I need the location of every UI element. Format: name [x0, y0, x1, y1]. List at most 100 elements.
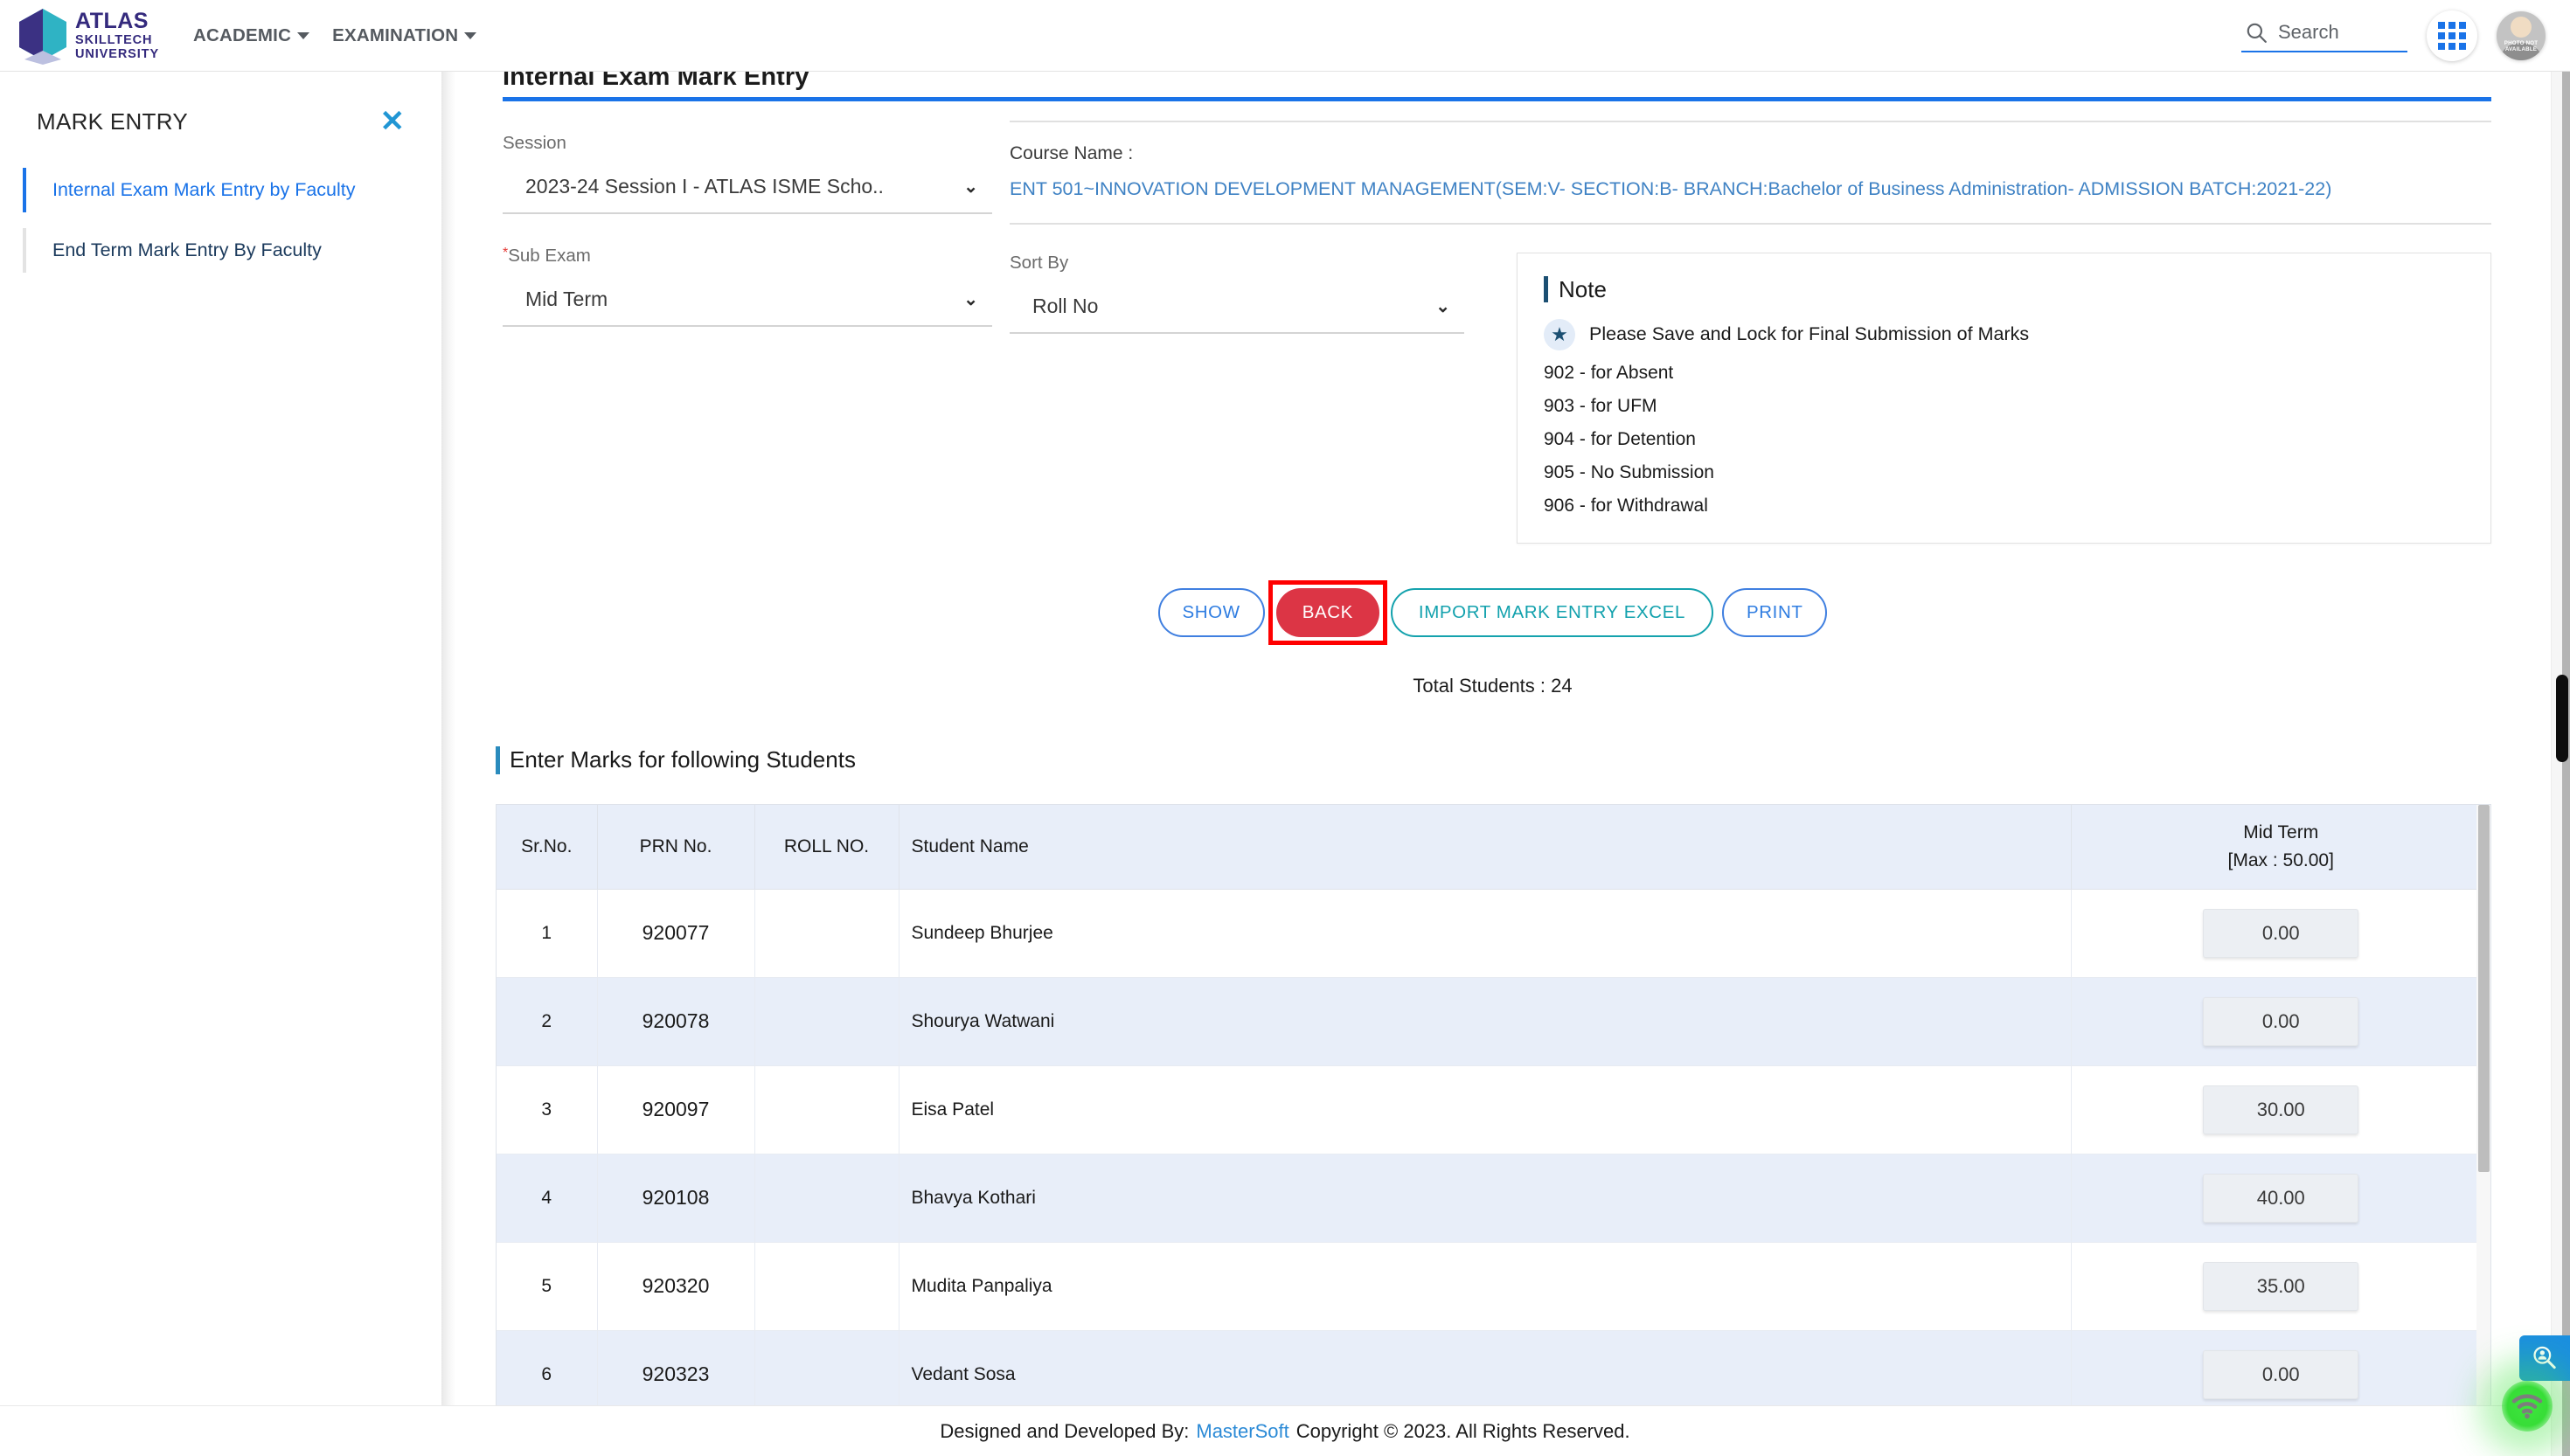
filter-form: Session 2023-24 Session I - ATLAS ISME S… — [441, 101, 2544, 544]
brand-logo[interactable]: ATLAS SKILLTECH UNIVERSITY — [16, 7, 169, 65]
cell-student-name: Sundeep Bhurjee — [899, 889, 2072, 978]
mark-input[interactable] — [2203, 1349, 2359, 1399]
footer-prefix-text: Designed and Developed By: — [940, 1419, 1190, 1442]
sub-exam-label-text: Sub Exam — [508, 246, 591, 266]
back-button[interactable]: BACK — [1275, 587, 1379, 637]
mastersoft-link[interactable]: MasterSoft — [1196, 1420, 1288, 1443]
note-highlight-row: ★ Please Save and Lock for Final Submiss… — [1544, 318, 2464, 350]
table-row: 3 920097 Eisa Patel — [497, 1065, 2490, 1154]
avatar[interactable]: PHOTO NOT AVAILABLE — [2497, 10, 2546, 60]
cell-mid-term — [2071, 889, 2490, 978]
sidebar-item-end-term-mark-entry[interactable]: End Term Mark Entry By Faculty — [23, 228, 441, 274]
note-box: Note ★ Please Save and Lock for Final Su… — [1517, 252, 2491, 544]
footer: Designed and Developed By: MasterSoft Co… — [0, 1405, 2570, 1456]
table-scrollbar-thumb[interactable] — [2478, 804, 2490, 1172]
cell-roll-no — [754, 1242, 900, 1331]
total-students-text: Total Students : 24 — [1413, 674, 1573, 697]
cell-student-name: Eisa Patel — [899, 1065, 2072, 1154]
chevron-down-icon: ⌄ — [963, 290, 978, 309]
cell-student-name: Mudita Panpaliya — [899, 1242, 2072, 1331]
action-buttons-row: SHOW BACK IMPORT MARK ENTRY EXCEL PRINT — [441, 579, 2544, 645]
cell-mid-term — [2071, 977, 2490, 1066]
grid-icon — [2438, 21, 2466, 50]
note-line-904: 904 - for Detention — [1544, 428, 1696, 449]
column-header-mid-term-max: [Max : 50.00] — [2227, 849, 2334, 870]
show-button[interactable]: SHOW — [1157, 587, 1265, 637]
print-button[interactable]: PRINT — [1721, 587, 1828, 637]
page-scrollbar-thumb[interactable] — [2556, 675, 2568, 762]
atlas-cube-logo-icon — [16, 7, 70, 65]
avatar-head-shape — [2511, 16, 2532, 38]
mark-input[interactable] — [2203, 1261, 2359, 1311]
import-mark-entry-excel-button[interactable]: IMPORT MARK ENTRY EXCEL — [1390, 587, 1713, 637]
table-row: 2 920078 Shourya Watwani — [497, 977, 2490, 1066]
wifi-status-widget[interactable] — [2502, 1381, 2553, 1432]
cell-mid-term — [2071, 1242, 2490, 1331]
cell-roll-no — [754, 1154, 900, 1243]
sidebar-header: MARK ENTRY ✕ — [0, 72, 441, 136]
note-line-902: 902 - for Absent — [1544, 362, 1674, 383]
search-input[interactable]: Search — [2241, 19, 2407, 52]
nav-item-examination[interactable]: EXAMINATION — [332, 25, 477, 46]
chevron-down-icon — [297, 31, 310, 39]
cell-prn-no: 920077 — [597, 889, 755, 978]
person-search-icon — [2533, 1346, 2556, 1369]
close-icon[interactable]: ✕ — [380, 107, 406, 136]
nav-right-group: Search PHOTO NOT AVAILABLE — [2241, 10, 2546, 61]
cell-prn-no: 920078 — [597, 977, 755, 1066]
mark-input[interactable] — [2203, 996, 2359, 1046]
sortby-column: Sort By Roll No ⌄ — [1010, 233, 1464, 544]
sub-exam-selected-value: Mid Term — [525, 288, 608, 310]
cell-roll-no — [754, 1065, 900, 1154]
sidebar-item-label: Internal Exam Mark Entry by Faculty — [52, 179, 356, 200]
sub-exam-select[interactable]: Mid Term ⌄ — [503, 279, 992, 327]
profile-search-widget-button[interactable] — [2519, 1335, 2570, 1381]
marks-table-head: Sr.No. PRN No. ROLL NO. Student Name Mid… — [497, 804, 2490, 890]
page-scrollbar-rail — [2562, 72, 2570, 1456]
course-name-value[interactable]: ENT 501~INNOVATION DEVELOPMENT MANAGEMEN… — [1010, 175, 2491, 204]
column-header-student-name: Student Name — [899, 804, 2072, 890]
back-button-highlight: BACK — [1268, 579, 1387, 645]
page-scrollbar[interactable] — [2551, 72, 2570, 1456]
brand-line-1: ATLAS — [75, 9, 149, 33]
nav-item-academic[interactable]: ACADEMIC — [193, 25, 310, 46]
avatar-placeholder-text: PHOTO NOT AVAILABLE — [2504, 40, 2539, 53]
table-row: 1 920077 Sundeep Bhurjee — [497, 889, 2490, 978]
note-line-903: 903 - for UFM — [1544, 395, 1657, 416]
column-header-prn-no: PRN No. — [597, 804, 755, 890]
cell-sr-no: 4 — [497, 1154, 598, 1243]
wifi-icon — [2511, 1394, 2543, 1419]
cell-mid-term — [2071, 1330, 2490, 1406]
sort-by-select[interactable]: Roll No ⌄ — [1010, 286, 1464, 334]
sidebar-item-internal-exam-mark-entry[interactable]: Internal Exam Mark Entry by Faculty — [23, 168, 441, 213]
app-launcher-button[interactable] — [2427, 10, 2477, 61]
mark-input[interactable] — [2203, 908, 2359, 958]
brand-line-2: SKILLTECH — [75, 33, 153, 47]
session-label: Session — [503, 133, 566, 153]
table-scrollbar-track[interactable] — [2476, 804, 2490, 1406]
column-header-sr-no: Sr.No. — [497, 804, 598, 890]
cell-sr-no: 5 — [497, 1242, 598, 1331]
table-section-title: Enter Marks for following Students — [510, 746, 856, 773]
cell-prn-no: 920108 — [597, 1154, 755, 1243]
cell-sr-no: 6 — [497, 1330, 598, 1406]
note-title: Note — [1559, 275, 1607, 302]
session-select[interactable]: 2023-24 Session I - ATLAS ISME Scho.. ⌄ — [503, 166, 992, 214]
mark-input[interactable] — [2203, 1085, 2359, 1134]
marks-table-container: Sr.No. PRN No. ROLL NO. Student Name Mid… — [496, 803, 2491, 1407]
sub-exam-label: *Sub Exam — [503, 246, 992, 267]
cell-prn-no: 920320 — [597, 1242, 755, 1331]
mark-input[interactable] — [2203, 1173, 2359, 1223]
main-content: Internal Exam Mark Entry Session 2023-24… — [441, 72, 2544, 1456]
brand-line-3: UNIVERSITY — [75, 46, 160, 61]
note-highlight-text: Please Save and Lock for Final Submissio… — [1589, 323, 2030, 345]
cell-sr-no: 2 — [497, 977, 598, 1066]
top-navigation-bar: ATLAS SKILLTECH UNIVERSITY ACADEMIC EXAM… — [0, 0, 2570, 72]
sortby-and-note-row: Sort By Roll No ⌄ Note ★ Please Save and… — [1010, 222, 2491, 544]
cell-roll-no — [754, 889, 900, 978]
marks-table: Sr.No. PRN No. ROLL NO. Student Name Mid… — [497, 804, 2490, 1406]
form-column-right: Course Name : ENT 501~INNOVATION DEVELOP… — [1010, 101, 2491, 544]
sidebar: MARK ENTRY ✕ Internal Exam Mark Entry by… — [0, 72, 441, 1456]
sort-by-selected-value: Roll No — [1032, 294, 1099, 317]
course-name-block: Course Name : ENT 501~INNOVATION DEVELOP… — [1010, 121, 2491, 223]
